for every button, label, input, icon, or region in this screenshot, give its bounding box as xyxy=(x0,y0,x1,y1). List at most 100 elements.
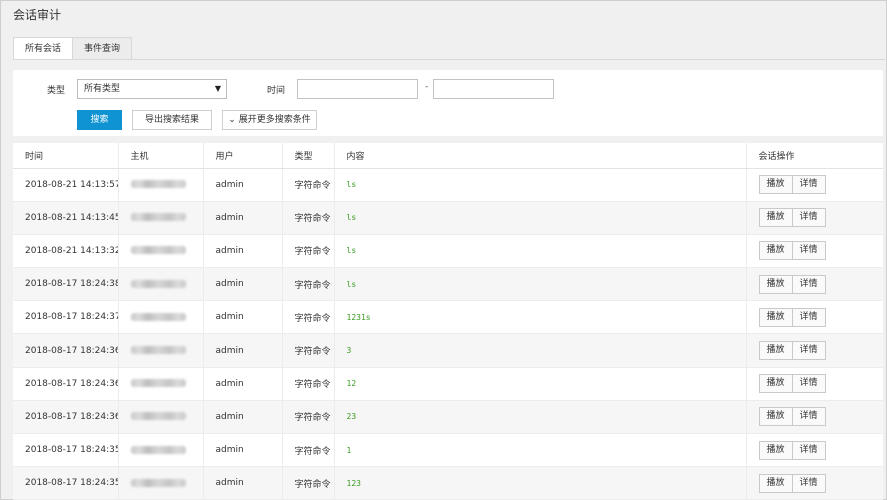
host-redacted xyxy=(130,312,186,321)
detail-button[interactable]: 详情 xyxy=(791,374,826,394)
play-button[interactable]: 播放 xyxy=(758,440,793,460)
host-redacted xyxy=(130,412,186,421)
session-op-group: 播放 详情 xyxy=(758,341,826,361)
cell-user: admin xyxy=(203,201,283,235)
table-header-row: 时间 主机 用户 类型 内容 会话操作 xyxy=(13,143,883,169)
search-button[interactable]: 搜索 xyxy=(77,110,122,130)
cell-host xyxy=(118,267,204,302)
cell-time: 2018-08-17 18:24:38 xyxy=(13,267,119,302)
cell-ops: 播放 详情 xyxy=(746,400,883,435)
app-window: 会话审计 所有会话 事件查询 类型 所有类型 ▼ 时间 - 搜索 导出搜索结果 … xyxy=(0,0,887,500)
cell-content: 3 xyxy=(334,333,747,368)
time-label: 时间 xyxy=(267,86,286,96)
play-button[interactable]: 播放 xyxy=(758,274,793,294)
host-redacted xyxy=(130,379,186,388)
cell-host xyxy=(118,234,204,269)
expand-search-label: 展开更多搜索条件 xyxy=(238,115,311,125)
cell-ops: 播放 详情 xyxy=(746,234,883,269)
play-button[interactable]: 播放 xyxy=(758,208,793,228)
cell-user: admin xyxy=(203,234,283,269)
play-button[interactable]: 播放 xyxy=(758,473,793,493)
header-host[interactable]: 主机 xyxy=(118,143,204,169)
cell-user: admin xyxy=(203,400,283,435)
cell-user: admin xyxy=(203,433,283,468)
cell-host xyxy=(118,300,204,335)
cell-type: 字符命令 xyxy=(282,168,335,202)
detail-button[interactable]: 详情 xyxy=(791,208,826,228)
table-row[interactable]: 2018-08-17 18:24:36 admin 字符命令 12 播放 详情 xyxy=(13,367,883,401)
cell-user: admin xyxy=(203,466,283,500)
play-button[interactable]: 播放 xyxy=(758,407,793,427)
cell-host xyxy=(118,367,204,401)
cell-time: 2018-08-17 18:24:36 xyxy=(13,367,119,401)
tab-bar: 所有会话 事件查询 xyxy=(13,37,133,60)
table-row[interactable]: 2018-08-17 18:24:35 admin 字符命令 1 播放 详情 xyxy=(13,433,883,468)
cell-host xyxy=(118,466,204,500)
cell-content: ls xyxy=(334,168,747,202)
tab-all-sessions[interactable]: 所有会话 xyxy=(13,37,74,60)
host-redacted xyxy=(130,478,186,487)
table-row[interactable]: 2018-08-17 18:24:36 admin 字符命令 3 播放 详情 xyxy=(13,333,883,368)
cell-content: 123 xyxy=(334,466,747,500)
session-op-group: 播放 详情 xyxy=(758,473,826,493)
detail-button[interactable]: 详情 xyxy=(791,473,826,493)
session-op-group: 播放 详情 xyxy=(758,407,826,427)
tab-event-query[interactable]: 事件查询 xyxy=(72,37,133,60)
table-row[interactable]: 2018-08-17 18:24:37 admin 字符命令 1231s 播放 … xyxy=(13,300,883,335)
host-redacted xyxy=(130,180,186,189)
cell-ops: 播放 详情 xyxy=(746,367,883,401)
detail-button[interactable]: 详情 xyxy=(791,175,826,195)
chevron-down-icon: ⌄ xyxy=(228,115,236,125)
header-content[interactable]: 内容 xyxy=(334,143,747,169)
table-row[interactable]: 2018-08-17 18:24:35 admin 字符命令 123 播放 详情 xyxy=(13,466,883,500)
host-redacted xyxy=(130,213,186,222)
cell-content: ls xyxy=(334,234,747,269)
header-user[interactable]: 用户 xyxy=(203,143,283,169)
cell-host xyxy=(118,400,204,435)
play-button[interactable]: 播放 xyxy=(758,307,793,327)
type-select[interactable]: 所有类型 ▼ xyxy=(77,79,227,99)
cell-time: 2018-08-17 18:24:36 xyxy=(13,333,119,368)
cell-type: 字符命令 xyxy=(282,400,335,435)
export-results-button[interactable]: 导出搜索结果 xyxy=(132,110,212,130)
expand-search-button[interactable]: ⌄ 展开更多搜索条件 xyxy=(222,110,317,130)
header-ops: 会话操作 xyxy=(746,143,883,169)
detail-button[interactable]: 详情 xyxy=(791,407,826,427)
table-row[interactable]: 2018-08-21 14:13:32 admin 字符命令 ls 播放 详情 xyxy=(13,234,883,269)
dropdown-arrow-icon: ▼ xyxy=(214,84,221,93)
time-to-input[interactable] xyxy=(433,79,554,99)
cell-user: admin xyxy=(203,367,283,401)
cell-time: 2018-08-17 18:24:35 xyxy=(13,433,119,468)
detail-button[interactable]: 详情 xyxy=(791,241,826,261)
cell-time: 2018-08-21 14:13:57 xyxy=(13,168,119,202)
cell-time: 2018-08-17 18:24:35 xyxy=(13,466,119,500)
table-row[interactable]: 2018-08-21 14:13:45 admin 字符命令 ls 播放 详情 xyxy=(13,201,883,235)
detail-button[interactable]: 详情 xyxy=(791,341,826,361)
header-type[interactable]: 类型 xyxy=(282,143,335,169)
time-from-input[interactable] xyxy=(297,79,418,99)
session-op-group: 播放 详情 xyxy=(758,241,826,261)
cell-content: 1 xyxy=(334,433,747,468)
table-row[interactable]: 2018-08-17 18:24:36 admin 字符命令 23 播放 详情 xyxy=(13,400,883,435)
cell-time: 2018-08-17 18:24:37 xyxy=(13,300,119,335)
detail-button[interactable]: 详情 xyxy=(791,307,826,327)
host-redacted xyxy=(130,246,186,255)
play-button[interactable]: 播放 xyxy=(758,241,793,261)
cell-type: 字符命令 xyxy=(282,333,335,368)
detail-button[interactable]: 详情 xyxy=(791,274,826,294)
cell-ops: 播放 详情 xyxy=(746,333,883,368)
cell-user: admin xyxy=(203,168,283,202)
cell-time: 2018-08-17 18:24:36 xyxy=(13,400,119,435)
play-button[interactable]: 播放 xyxy=(758,341,793,361)
play-button[interactable]: 播放 xyxy=(758,175,793,195)
detail-button[interactable]: 详情 xyxy=(791,440,826,460)
header-time[interactable]: 时间 xyxy=(13,143,119,169)
cell-type: 字符命令 xyxy=(282,433,335,468)
table-row[interactable]: 2018-08-21 14:13:57 admin 字符命令 ls 播放 详情 xyxy=(13,168,883,202)
table-row[interactable]: 2018-08-17 18:24:38 admin 字符命令 ls 播放 详情 xyxy=(13,267,883,302)
play-button[interactable]: 播放 xyxy=(758,374,793,394)
tabs-divider xyxy=(13,59,885,60)
cell-type: 字符命令 xyxy=(282,300,335,335)
cell-type: 字符命令 xyxy=(282,201,335,235)
search-panel: 类型 所有类型 ▼ 时间 - 搜索 导出搜索结果 ⌄ 展开更多搜索条件 xyxy=(13,70,883,136)
